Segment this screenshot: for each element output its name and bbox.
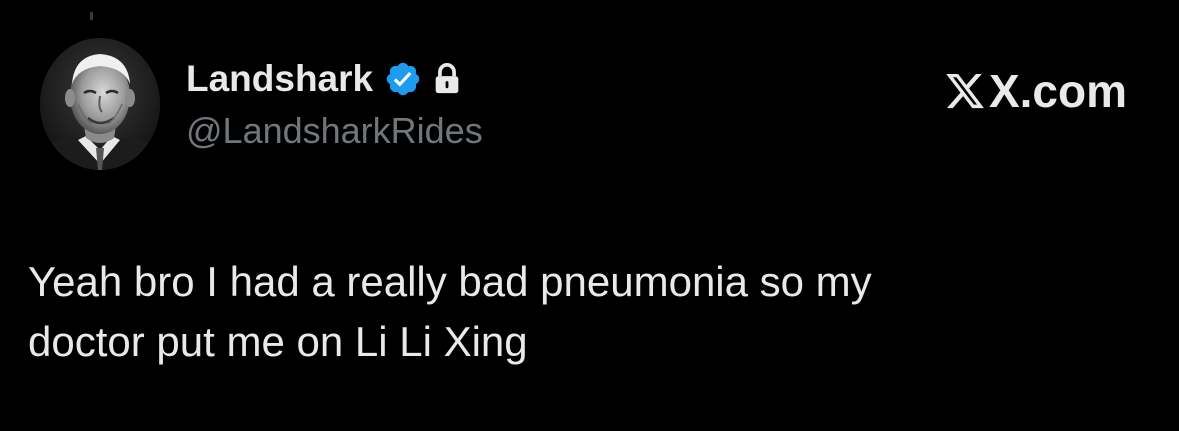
display-name[interactable]: Landshark: [186, 56, 373, 102]
top-edge-mark: [90, 12, 93, 20]
tweet-card: Landshark @LandsharkRides X.com Yeah bro…: [0, 0, 1179, 431]
tweet-text: Yeah bro I had a really bad pneumonia so…: [28, 258, 872, 365]
avatar[interactable]: [40, 38, 160, 170]
brand-watermark: X.com: [944, 64, 1127, 118]
author-name-row: Landshark: [186, 56, 462, 102]
lock-icon: [432, 62, 462, 96]
brand-text: X.com: [988, 65, 1127, 117]
x-logo-icon: [944, 69, 986, 113]
verified-badge-icon: [384, 60, 422, 98]
avatar-photo: [40, 38, 160, 170]
user-handle[interactable]: @LandsharkRides: [186, 109, 483, 153]
